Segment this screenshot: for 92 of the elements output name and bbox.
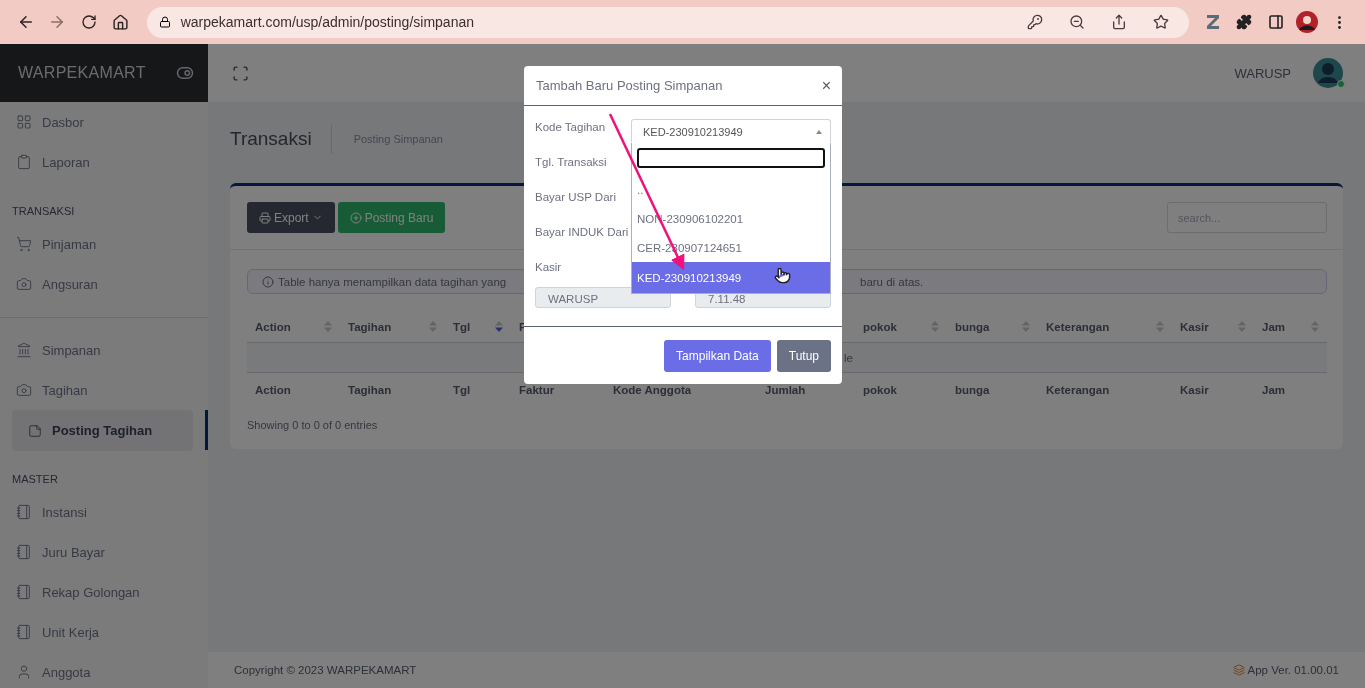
toggle-icon[interactable] (176, 64, 194, 82)
field-label: Bayar USP Dari (535, 190, 617, 205)
field-label: Kode Tagihan (535, 120, 607, 135)
version-text: App Ver. 01.00.01 (1247, 664, 1339, 676)
user-avatar[interactable] (1313, 58, 1343, 88)
column-footer: pokok (863, 384, 897, 396)
new-posting-button[interactable]: Posting Baru (337, 202, 446, 233)
dropdown-search-field[interactable] (637, 148, 825, 168)
select-field[interactable]: KED-230910213949 (631, 119, 831, 142)
info-icon (262, 275, 274, 288)
column-footer: Action (255, 384, 291, 396)
sidebar-item[interactable]: Posting Tagihan (12, 410, 193, 451)
alert-text: Table hanya menampilkan data tagihan yang (278, 275, 507, 288)
url-text: warpekamart.com/usp/admin/posting/simpanan (180, 14, 475, 30)
alert-text: baru di atas. (860, 275, 925, 288)
column-footer: Kode Anggota (613, 384, 692, 396)
printer-icon (259, 211, 271, 224)
column-footer: Jam (1262, 384, 1286, 396)
close-button[interactable]: Tutup (776, 339, 831, 372)
address-bar[interactable]: warpekamart.com/usp/admin/posting/simpanan (146, 6, 1189, 38)
puzzle-icon[interactable] (1236, 14, 1253, 30)
column-header[interactable]: Kasir (1180, 320, 1209, 333)
sidebar-item[interactable]: Dasbor (12, 114, 84, 130)
table-info: Showing 0 to 0 of 0 entries (247, 419, 379, 431)
cart-icon (16, 236, 32, 252)
column-footer: Faktur (519, 384, 555, 396)
note-icon (28, 423, 42, 438)
caret-icon (816, 130, 822, 134)
sidebar-item[interactable]: Rekap Golongan (12, 584, 140, 600)
extension-icon[interactable] (1205, 14, 1220, 30)
user-icon (16, 664, 32, 680)
side-panel-icon[interactable] (1267, 14, 1284, 30)
user-name[interactable]: WARUSP (1234, 65, 1291, 81)
column-header[interactable]: Tagihan (348, 320, 392, 333)
column-header[interactable]: pokok (863, 320, 897, 333)
column-footer: Keterangan (1046, 384, 1110, 396)
share-icon[interactable] (1110, 14, 1127, 30)
home-icon[interactable] (112, 13, 130, 31)
field-label: Kasir (535, 260, 563, 275)
hand-cursor-icon (774, 267, 791, 284)
key-icon[interactable] (1026, 14, 1043, 30)
notebook-icon (16, 544, 32, 560)
bank-icon (16, 342, 32, 358)
column-footer: Kasir (1180, 384, 1209, 396)
sidebar-item[interactable]: Laporan (12, 154, 90, 170)
profile-avatar[interactable] (1296, 11, 1319, 33)
page-title: Transaksi (230, 128, 312, 150)
column-footer: Jumlah (765, 384, 806, 396)
camera-icon (16, 382, 32, 398)
brand-logo[interactable]: WARPEKAMART (18, 64, 146, 82)
status-dot (1337, 80, 1345, 88)
sidebar-item[interactable]: Anggota (12, 664, 91, 680)
field-label: Bayar INDUK Dari (535, 225, 630, 240)
column-footer: bunga (955, 384, 990, 396)
fullscreen-icon[interactable] (232, 64, 249, 82)
sidebar-item[interactable]: Instansi (12, 504, 87, 520)
sidebar-item[interactable]: Juru Bayar (12, 544, 105, 560)
zoom-out-icon[interactable] (1068, 14, 1085, 30)
close-button[interactable]: × (821, 76, 831, 95)
empty-table-text: le (844, 351, 854, 364)
sidebar-item[interactable]: Pinjaman (12, 236, 97, 252)
column-header[interactable]: Action (255, 320, 291, 333)
reload-icon[interactable] (81, 14, 98, 30)
section-heading: TRANSAKSI (11, 204, 76, 219)
section-heading: MASTER (11, 472, 59, 487)
notebook-icon (16, 584, 32, 600)
star-icon[interactable] (1152, 14, 1169, 30)
export-button[interactable]: Export (247, 202, 335, 233)
notebook-icon (16, 624, 32, 640)
column-header[interactable]: Keterangan (1046, 320, 1110, 333)
plus-icon (349, 211, 362, 224)
lock-icon (158, 16, 171, 28)
sidebar-item[interactable]: Angsuran (12, 276, 98, 292)
modal-title: Tambah Baru Posting Simpanan (536, 78, 723, 93)
column-header[interactable]: Jam (1262, 320, 1286, 333)
column-header[interactable]: Tgl (453, 320, 471, 333)
sidebar-item[interactable]: Unit Kerja (12, 624, 100, 640)
sidebar-item[interactable]: Simpanan (12, 342, 101, 358)
active-marker (205, 410, 208, 450)
dropdown-option[interactable]: KED-230910213949 (632, 262, 830, 293)
layers-icon (1232, 664, 1245, 676)
column-footer: Tagihan (348, 384, 392, 396)
grid-icon (16, 114, 32, 130)
sidebar-item[interactable]: Tagihan (12, 382, 88, 398)
notebook-icon (16, 504, 32, 520)
show-data-button[interactable]: Tampilkan Data (664, 339, 771, 372)
column-header[interactable]: bunga (955, 320, 990, 333)
field-label: Tgl. Transaksi (535, 155, 608, 170)
clipboard-icon (16, 154, 32, 170)
column-footer: Tgl (453, 384, 471, 396)
camera-icon (16, 276, 32, 292)
copyright-text: Copyright © 2023 WARPEKAMART (234, 664, 417, 676)
